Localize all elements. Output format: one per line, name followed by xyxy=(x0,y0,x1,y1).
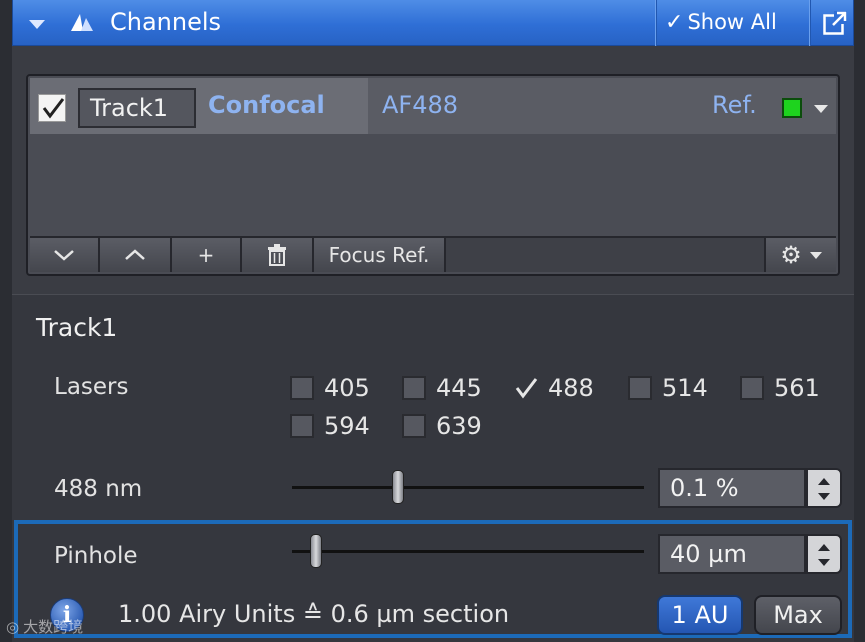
laser-power-slider[interactable] xyxy=(292,470,644,504)
laser-power-stepper[interactable]: 0.1 % xyxy=(658,468,842,508)
pinhole-slider[interactable] xyxy=(292,534,644,568)
divider xyxy=(655,0,657,46)
laser-power-label: 488 nm xyxy=(54,476,143,502)
chevron-down-icon xyxy=(54,250,74,261)
laser-514-checkbox[interactable]: 514 xyxy=(628,374,708,402)
slider-thumb[interactable] xyxy=(392,470,404,504)
checkbox-box xyxy=(290,414,314,438)
laser-wavelength: 445 xyxy=(436,374,482,402)
channels-header: Channels ✓ Show All xyxy=(12,0,854,46)
decrement-icon[interactable] xyxy=(818,559,830,566)
checkbox-box xyxy=(402,414,426,438)
channels-logo-icon xyxy=(71,14,93,31)
chevron-down-icon[interactable] xyxy=(29,20,45,29)
track-list: Track1 Confocal AF488 Ref. + Focus Ref. … xyxy=(26,74,840,276)
move-down-button[interactable] xyxy=(30,238,100,272)
settings-menu-button[interactable]: ⚙ xyxy=(764,238,836,272)
track-enable-checkbox[interactable] xyxy=(38,94,66,122)
pinhole-stepper[interactable]: 40 µm xyxy=(658,534,842,574)
laser-405-checkbox[interactable]: 405 xyxy=(290,374,370,402)
slider-thumb[interactable] xyxy=(310,534,322,568)
check-icon xyxy=(515,378,538,399)
laser-wavelength: 488 xyxy=(548,374,594,402)
max-button[interactable]: Max xyxy=(754,595,842,635)
check-icon xyxy=(42,98,65,119)
popout-icon[interactable] xyxy=(823,11,847,35)
delete-track-button[interactable] xyxy=(242,238,314,272)
slider-track xyxy=(292,486,644,489)
laser-wavelength: 639 xyxy=(436,412,482,440)
pinhole-field[interactable]: 40 µm xyxy=(658,534,806,574)
show-all-label: Show All xyxy=(687,10,777,34)
checkbox-box xyxy=(402,376,426,400)
watermark-text: 大数跨境 xyxy=(23,618,84,636)
watermark-logo-icon: ◎ xyxy=(6,617,20,636)
laser-639-checkbox[interactable]: 639 xyxy=(402,412,482,440)
stepper-buttons[interactable] xyxy=(806,468,842,508)
divider xyxy=(809,0,811,46)
trash-icon xyxy=(268,244,286,266)
move-up-button[interactable] xyxy=(100,238,172,272)
plus-icon: + xyxy=(197,243,215,267)
gear-icon: ⚙ xyxy=(780,241,802,269)
increment-icon[interactable] xyxy=(818,544,830,551)
laser-445-checkbox[interactable]: 445 xyxy=(402,374,482,402)
panel-title: Channels xyxy=(110,8,222,36)
increment-icon[interactable] xyxy=(818,478,830,485)
laser-wavelength: 594 xyxy=(324,412,370,440)
caret-down-icon xyxy=(809,251,822,259)
channel-color-swatch[interactable] xyxy=(782,98,802,118)
track-dye[interactable]: AF488 xyxy=(382,91,458,119)
checkbox-box xyxy=(514,376,538,400)
laser-488-checkbox[interactable]: 488 xyxy=(514,374,594,402)
laser-wavelength: 514 xyxy=(662,374,708,402)
lasers-label: Lasers xyxy=(54,374,129,400)
checkbox-box xyxy=(740,376,764,400)
laser-561-checkbox[interactable]: 561 xyxy=(740,374,820,402)
add-track-button[interactable]: + xyxy=(172,238,242,272)
decrement-icon[interactable] xyxy=(818,493,830,500)
laser-wavelength: 405 xyxy=(324,374,370,402)
focus-ref-button[interactable]: Focus Ref. xyxy=(314,238,446,272)
pinhole-label: Pinhole xyxy=(54,543,138,569)
section-title: Track1 xyxy=(36,313,118,342)
track-name-field[interactable]: Track1 xyxy=(78,88,196,128)
slider-track xyxy=(292,550,644,553)
checkbox-box xyxy=(628,376,652,400)
track-toolbar: + Focus Ref. ⚙ xyxy=(30,236,836,272)
laser-wavelength: 561 xyxy=(774,374,820,402)
watermark: ◎ 大数跨境 xyxy=(6,616,83,637)
laser-power-field[interactable]: 0.1 % xyxy=(658,468,806,508)
show-all-button[interactable]: ✓ Show All xyxy=(665,6,777,38)
airy-units-info: 1.00 Airy Units ≙ 0.6 µm section xyxy=(118,600,510,628)
checkbox-box xyxy=(290,376,314,400)
one-au-button[interactable]: 1 AU xyxy=(657,595,743,635)
track-type: Confocal xyxy=(208,91,325,119)
stepper-buttons[interactable] xyxy=(806,534,842,574)
color-dropdown-icon[interactable] xyxy=(814,105,828,113)
chevron-up-icon xyxy=(125,249,145,260)
check-icon: ✓ xyxy=(665,9,684,35)
track-row[interactable]: Track1 Confocal AF488 Ref. xyxy=(30,78,836,134)
laser-594-checkbox[interactable]: 594 xyxy=(290,412,370,440)
track-ref-label: Ref. xyxy=(712,91,757,119)
